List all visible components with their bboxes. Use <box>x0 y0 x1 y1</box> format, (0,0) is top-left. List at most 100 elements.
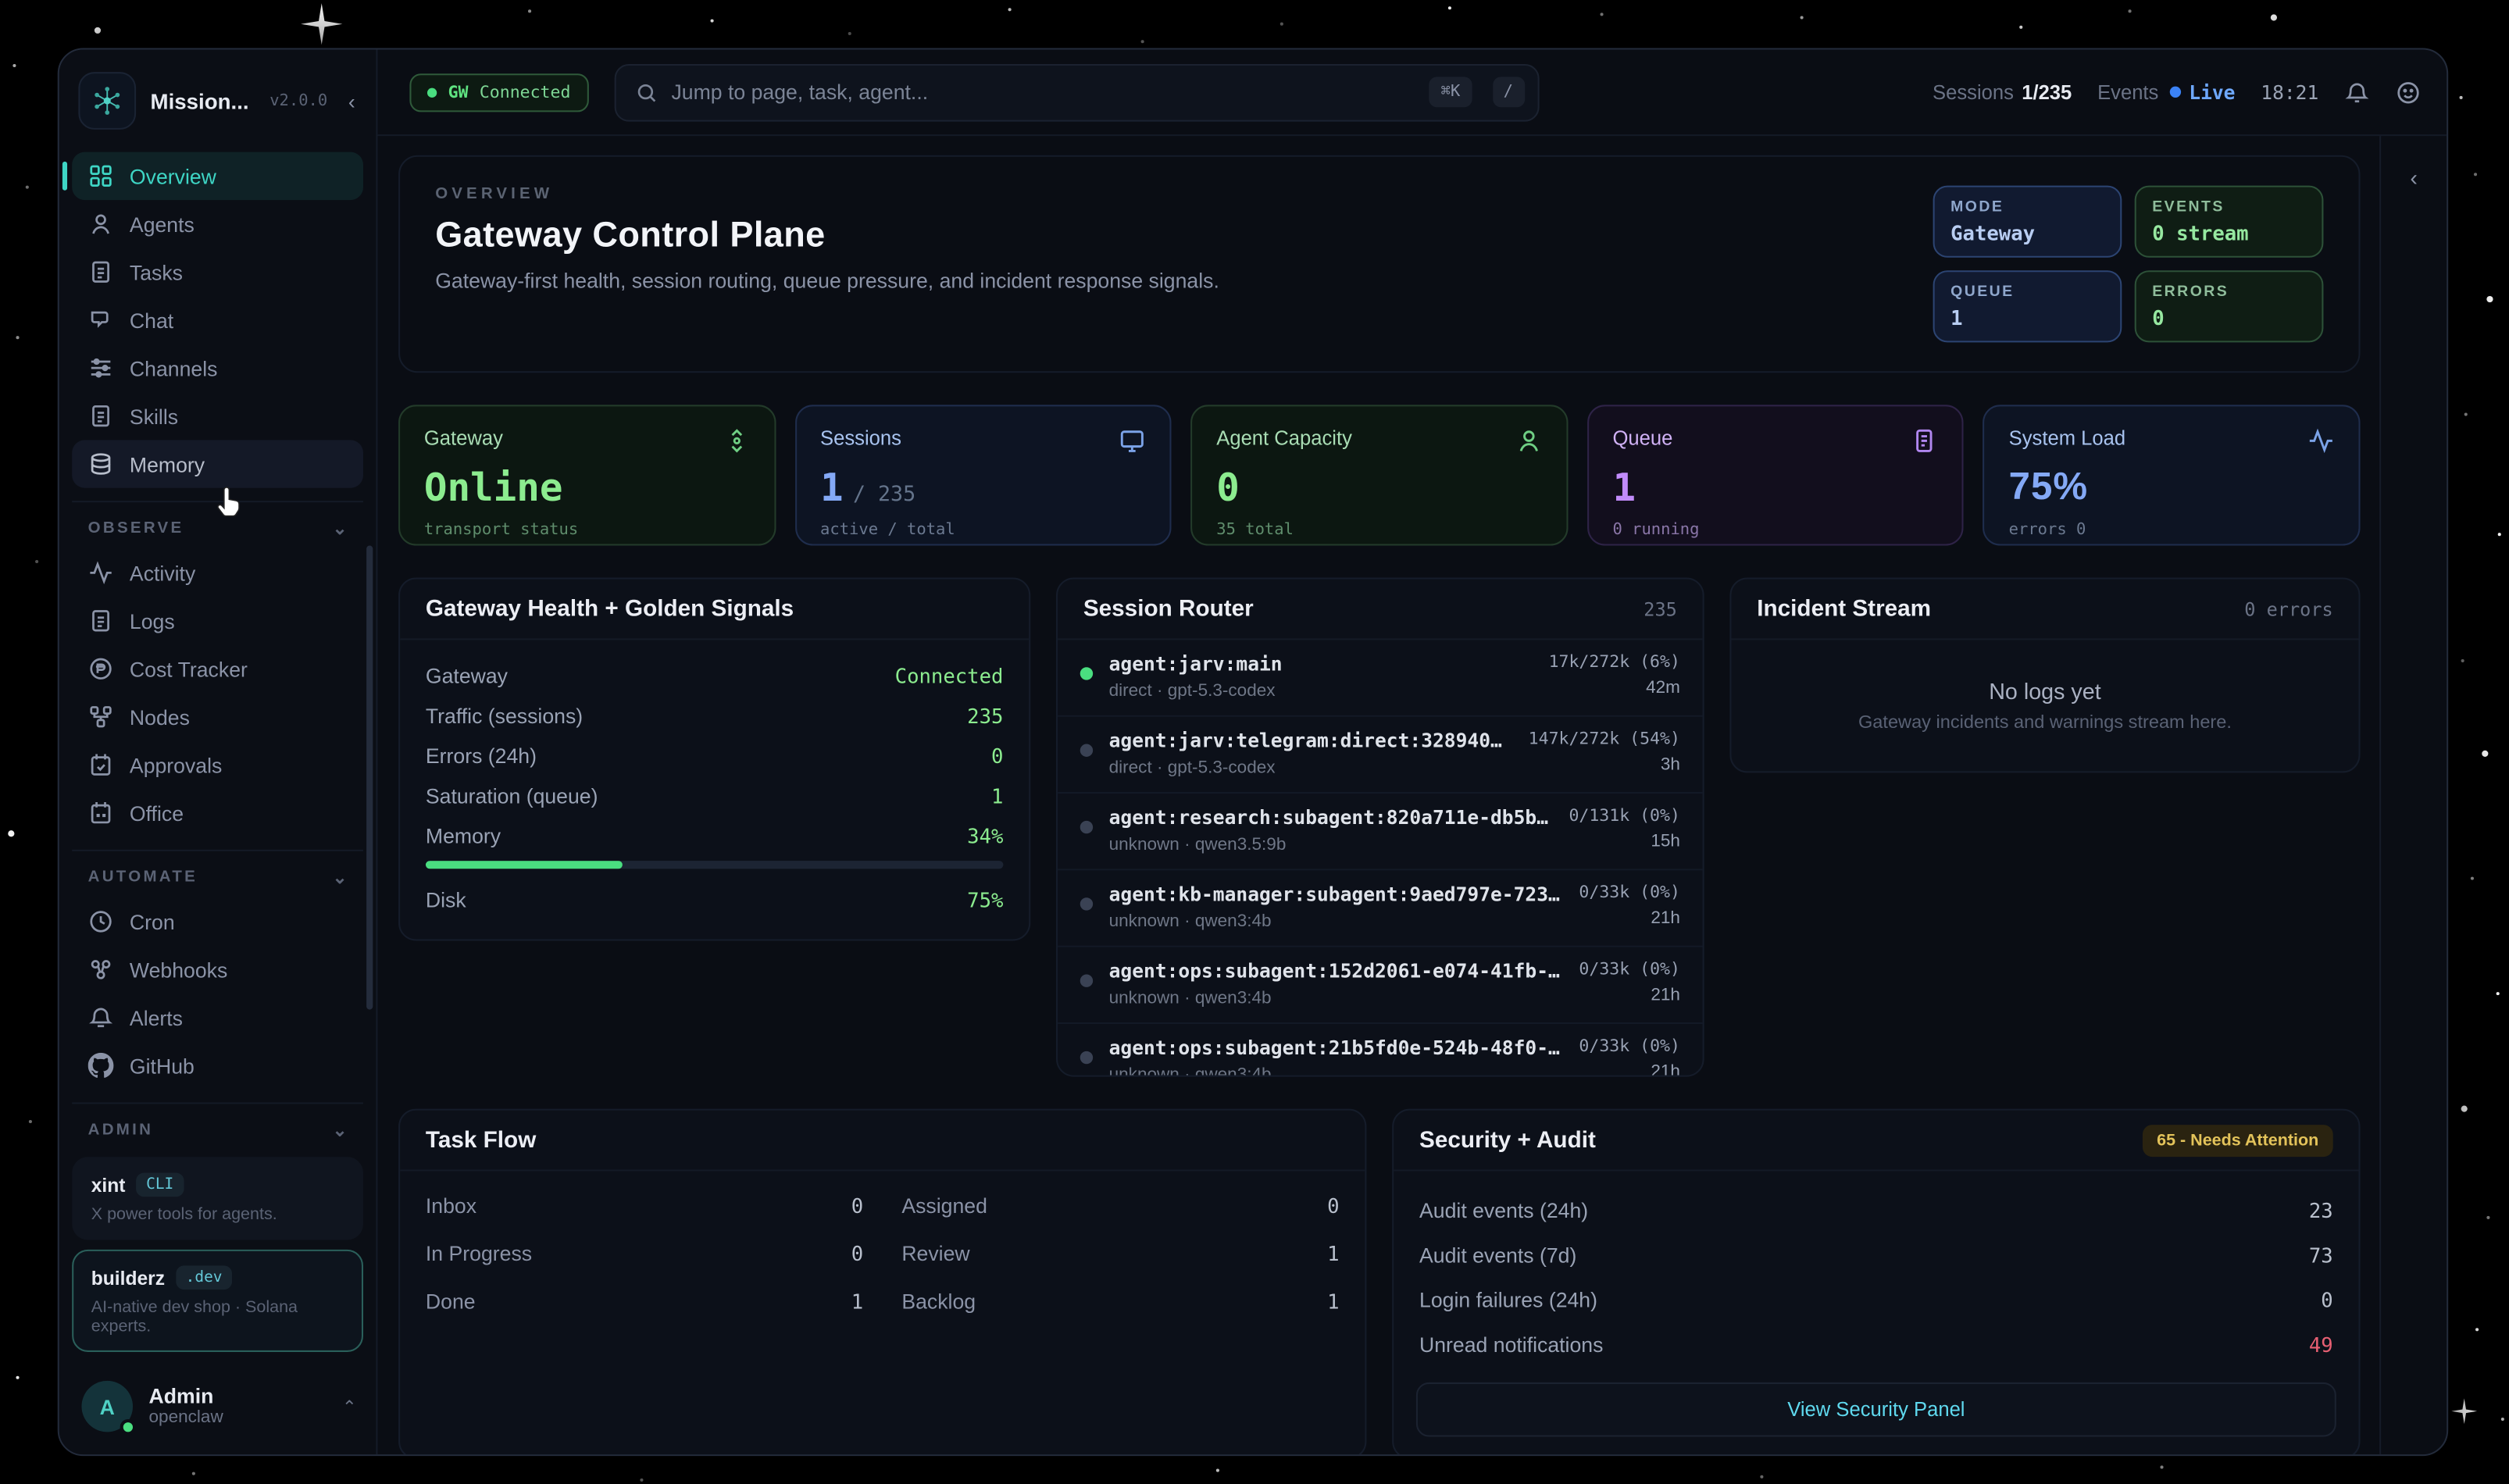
sidebar-item-cron[interactable]: Cron <box>72 897 363 945</box>
sidebar-scrollbar[interactable] <box>366 546 373 1010</box>
sidebar-item-logs[interactable]: Logs <box>72 597 363 644</box>
online-status-dot <box>120 1419 136 1435</box>
idle-dot <box>1080 1051 1093 1064</box>
app-window: Mission... v2.0.0 ‹ Overview Agents Task… <box>58 48 2448 1456</box>
sidebar-section-observe[interactable]: OBSERVE ⌄ <box>72 501 363 548</box>
session-row[interactable]: agent:kb-manager:subagent:9aed797e-723f-… <box>1058 870 1703 947</box>
sidebar-item-channels[interactable]: Channels <box>72 344 363 391</box>
empty-state-title: No logs yet <box>1989 679 2100 705</box>
session-count: 235 <box>1644 598 1677 620</box>
stat-card-sessions[interactable]: Sessions 1/ 235 active / total <box>794 405 1172 545</box>
sidebar-section-automate[interactable]: AUTOMATE ⌄ <box>72 850 363 897</box>
empty-state-description: Gateway incidents and warnings stream he… <box>1858 714 2232 733</box>
promo-name: xint <box>91 1174 126 1197</box>
session-row[interactable]: agent:jarv:maindirect · gpt-5.3-codex 17… <box>1058 640 1703 716</box>
stat-card-system-load[interactable]: System Load 75% errors 0 <box>1983 405 2361 545</box>
sidebar-item-label: Overview <box>130 164 216 188</box>
topbar: GW Connected Jump to page, task, agent..… <box>377 50 2447 137</box>
bell-icon <box>88 1004 114 1030</box>
grid-icon <box>88 163 114 189</box>
stat-card-agent-capacity[interactable]: Agent Capacity 0 35 total <box>1190 405 1568 545</box>
memory-progress-fill <box>426 861 622 869</box>
starfield <box>0 0 3 3</box>
collapse-right-panel-button[interactable]: ‹ <box>2410 165 2418 1454</box>
health-row: Disk75% <box>426 880 1004 920</box>
security-row: Login failures (24h)0 <box>1419 1277 2333 1322</box>
live-dot <box>2170 87 2181 98</box>
session-row[interactable]: agent:jarv:telegram:direct:328940762dire… <box>1058 717 1703 794</box>
sidebar-item-activity[interactable]: Activity <box>72 549 363 597</box>
nodes-icon <box>88 704 114 730</box>
sidebar-item-nodes[interactable]: Nodes <box>72 693 363 740</box>
sidebar-item-approvals[interactable]: Approvals <box>72 740 363 788</box>
promo-desc: X power tools for agents. <box>91 1205 344 1225</box>
app-name: Mission... <box>151 89 249 113</box>
search-input[interactable]: Jump to page, task, agent... ⌘K / <box>614 63 1539 121</box>
idle-dot <box>1080 744 1093 757</box>
chevron-down-icon: ⌄ <box>333 519 348 540</box>
promo-badge: .dev <box>176 1265 231 1290</box>
user-org: openclaw <box>149 1409 223 1429</box>
stat-card-queue[interactable]: Queue 1 0 running <box>1587 405 1965 545</box>
sidebar-item-memory[interactable]: Memory <box>72 440 363 487</box>
file-text-icon <box>88 403 114 429</box>
task-flow-panel: Task Flow Inbox0 Assigned0 In Progress0 … <box>398 1109 1366 1454</box>
sidebar-item-agents[interactable]: Agents <box>72 200 363 248</box>
sidebar-item-skills[interactable]: Skills <box>72 392 363 440</box>
star-sparkle <box>301 3 342 45</box>
health-row: Saturation (queue)1 <box>426 776 1004 816</box>
promo-name: builderz <box>91 1266 165 1289</box>
collapse-sidebar-button[interactable]: ‹ <box>342 86 362 116</box>
session-row[interactable]: agent:research:subagent:820a711e-db5b-4e… <box>1058 794 1703 870</box>
security-row: Unread notifications49 <box>1419 1322 2333 1366</box>
user-menu[interactable]: A Admin openclaw ⌃ <box>59 1361 377 1454</box>
main-area: GW Connected Jump to page, task, agent..… <box>377 50 2447 1455</box>
events-label: Events <box>2097 80 2158 103</box>
gateway-health-panel: Gateway Health + Golden Signals GatewayC… <box>398 578 1030 941</box>
smiley-icon <box>2396 79 2422 105</box>
security-row: Audit events (24h)23 <box>1419 1187 2333 1232</box>
promo-badge: CLI <box>137 1173 184 1197</box>
right-rail: ‹ <box>2379 136 2447 1454</box>
sidebar-item-label: Alerts <box>130 1005 183 1029</box>
task-flow-row: Inbox0 Assigned0 <box>426 1193 1340 1218</box>
sidebar-header: Mission... v2.0.0 ‹ <box>59 50 377 146</box>
github-icon <box>88 1053 114 1079</box>
session-list[interactable]: agent:jarv:maindirect · gpt-5.3-codex 17… <box>1058 640 1703 1075</box>
sidebar-item-security[interactable]: Security <box>72 1150 363 1157</box>
search-icon <box>634 80 657 103</box>
file-text-icon <box>88 259 114 285</box>
sessions-count: 1/235 <box>2022 80 2072 103</box>
events-live-status: Live <box>2189 80 2235 103</box>
shortcut-keycap: / <box>1492 77 1524 107</box>
promo-card-xint[interactable]: xint CLI X power tools for agents. <box>72 1157 363 1240</box>
errors-badge: ERRORS 0 <box>2135 270 2324 342</box>
sidebar-item-tasks[interactable]: Tasks <box>72 248 363 296</box>
panel-title: Session Router <box>1083 596 1254 622</box>
sidebar-item-office[interactable]: Office <box>72 789 363 837</box>
sidebar-item-github[interactable]: GitHub <box>72 1042 363 1090</box>
sidebar-section-admin[interactable]: ADMIN ⌄ <box>72 1102 363 1150</box>
sidebar-item-label: GitHub <box>130 1054 195 1078</box>
chat-icon <box>88 307 114 333</box>
calendar-check-icon <box>88 752 114 778</box>
task-flow-row: Done1 Backlog1 <box>426 1290 1340 1314</box>
sidebar-promos: xint CLI X power tools for agents. build… <box>59 1157 377 1352</box>
feedback-smiley-button[interactable] <box>2396 79 2422 105</box>
stat-card-gateway[interactable]: Gateway Online transport status <box>398 405 776 545</box>
user-icon <box>88 211 114 237</box>
sidebar-item-webhooks[interactable]: Webhooks <box>72 946 363 993</box>
promo-card-builderz[interactable]: builderz .dev AI-native dev shop · Solan… <box>72 1250 363 1352</box>
notifications-bell-button[interactable] <box>2344 79 2370 105</box>
sidebar-item-alerts[interactable]: Alerts <box>72 993 363 1041</box>
app-logo[interactable] <box>78 72 136 130</box>
session-row[interactable]: agent:ops:subagent:152d2061-e074-41fb-8e… <box>1058 947 1703 1024</box>
view-security-panel-button[interactable]: View Security Panel <box>1416 1382 2336 1437</box>
sidebar-item-chat[interactable]: Chat <box>72 296 363 344</box>
gateway-connection-badge[interactable]: GW Connected <box>409 73 588 111</box>
health-row: GatewayConnected <box>426 656 1004 696</box>
sidebar-item-cost-tracker[interactable]: Cost Tracker <box>72 645 363 693</box>
session-row[interactable]: agent:ops:subagent:21b5fd0e-524b-48f0-99… <box>1058 1024 1703 1076</box>
sidebar-item-overview[interactable]: Overview <box>72 152 363 200</box>
chevron-down-icon: ⌄ <box>333 1120 348 1141</box>
